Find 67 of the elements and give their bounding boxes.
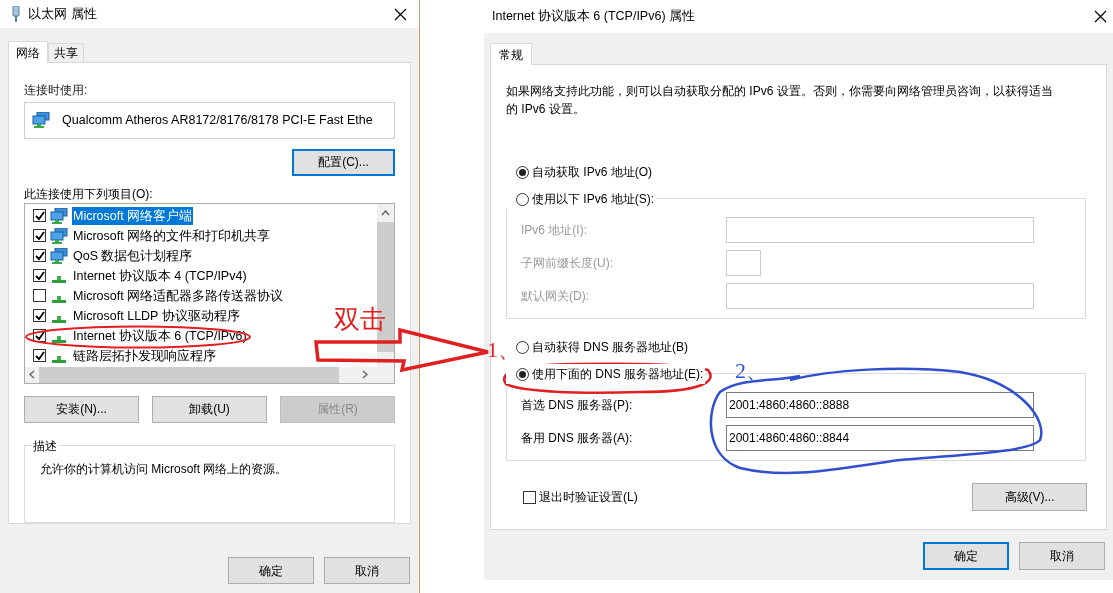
checkbox[interactable] bbox=[33, 269, 46, 283]
button[interactable]: 确定 bbox=[228, 557, 314, 584]
list-item[interactable]: Microsoft 网络适配器多路传送器协议 bbox=[72, 286, 285, 306]
field-label: 首选 DNS 服务器(P): bbox=[521, 397, 634, 414]
checkbox[interactable] bbox=[33, 309, 46, 323]
description-text: 允许你的计算机访问 Microsoft 网络上的资源。 bbox=[40, 460, 289, 478]
list-item[interactable]: Microsoft 网络客户端 bbox=[72, 206, 194, 226]
field-label: 备用 DNS 服务器(A): bbox=[521, 430, 634, 447]
checkbox[interactable] bbox=[33, 289, 46, 303]
label: 连接时使用: bbox=[24, 82, 89, 96]
input-field[interactable]: 2001:4860:4860::8888 bbox=[726, 392, 1034, 418]
network-service-icon bbox=[50, 247, 68, 264]
radio-label[interactable]: 使用以下 IPv6 地址(S): bbox=[532, 190, 654, 208]
checkbox[interactable] bbox=[33, 229, 46, 243]
annotation-text: 双击 bbox=[334, 306, 386, 332]
protocol-icon bbox=[52, 335, 66, 343]
button[interactable]: 取消 bbox=[1019, 542, 1105, 570]
input-field[interactable]: 2001:4860:4860::8844 bbox=[726, 425, 1034, 451]
protocol-icon bbox=[52, 355, 66, 363]
button[interactable]: 确定 bbox=[923, 542, 1009, 570]
field-label: 默认网关(D): bbox=[521, 288, 590, 305]
ethernet-icon bbox=[12, 6, 20, 22]
scroll-left-icon bbox=[29, 370, 35, 380]
adapter-name: Qualcomm Atheros AR8172/8176/8178 PCI-E Fast Ethe bbox=[62, 112, 373, 130]
list-item[interactable]: Microsoft LLDP 协议驱动程序 bbox=[72, 306, 241, 326]
checkbox[interactable] bbox=[33, 249, 46, 263]
horizontal-scrollbar[interactable] bbox=[25, 366, 394, 383]
list-item[interactable]: QoS 数据包计划程序 bbox=[72, 246, 194, 266]
button[interactable]: 配置(C)... bbox=[292, 148, 395, 176]
button[interactable]: 取消 bbox=[324, 557, 410, 584]
window-title: 以太网 属性 bbox=[28, 5, 98, 24]
checkbox[interactable] bbox=[33, 349, 46, 363]
radio-button[interactable] bbox=[516, 340, 529, 354]
tab[interactable]: 共享 bbox=[48, 43, 84, 62]
annotation-text: 2、 bbox=[735, 360, 768, 382]
field-label: 子网前缀长度(U): bbox=[521, 255, 614, 272]
protocol-icon bbox=[52, 275, 66, 283]
label: 此连接使用下列项目(O): bbox=[24, 185, 154, 200]
button[interactable]: 安装(N)... bbox=[24, 395, 139, 423]
tab[interactable]: 网络 bbox=[8, 41, 48, 63]
list-item[interactable]: Internet 协议版本 4 (TCP/IPv4) bbox=[72, 266, 248, 286]
field-label: IPv6 地址(I): bbox=[521, 222, 588, 239]
radio-label[interactable]: 自动获取 IPv6 地址(O) bbox=[532, 163, 652, 181]
list-item[interactable]: Internet 协议版本 6 (TCP/IPv6) bbox=[72, 326, 248, 346]
tab[interactable]: 常规 bbox=[490, 43, 532, 65]
checkbox-label[interactable]: 退出时验证设置(L) bbox=[539, 488, 638, 506]
network-service-icon bbox=[50, 227, 68, 244]
close-icon bbox=[394, 7, 407, 21]
list-item[interactable]: Microsoft 网络的文件和打印机共享 bbox=[72, 226, 272, 246]
protocol-icon bbox=[52, 295, 66, 303]
checkbox[interactable] bbox=[523, 490, 536, 504]
protocol-icon bbox=[52, 315, 66, 323]
network-service-icon bbox=[50, 207, 68, 224]
annotation-text: 1、 bbox=[487, 339, 520, 361]
scroll-up-icon bbox=[381, 209, 390, 216]
network-adapter-icon bbox=[32, 112, 50, 129]
list-item[interactable]: 链路层拓扑发现响应程序 bbox=[72, 346, 217, 366]
intro-text: 如果网络支持此功能，则可以自动获取分配的 IPv6 设置。否则，你需要向网络管理员咨询，以获得适当的 IPv6 设置。 bbox=[506, 83, 1054, 118]
radio-button[interactable] bbox=[516, 192, 529, 206]
close-icon bbox=[1094, 10, 1107, 23]
scroll-right-icon bbox=[362, 370, 368, 380]
checkbox[interactable] bbox=[33, 209, 46, 223]
button[interactable]: 卸载(U) bbox=[152, 395, 267, 423]
radio-button[interactable] bbox=[516, 367, 529, 381]
button[interactable]: 高级(V)... bbox=[972, 483, 1087, 511]
window-title: Internet 协议版本 6 (TCP/IPv6) 属性 bbox=[492, 8, 697, 26]
radio-button[interactable] bbox=[516, 165, 529, 179]
